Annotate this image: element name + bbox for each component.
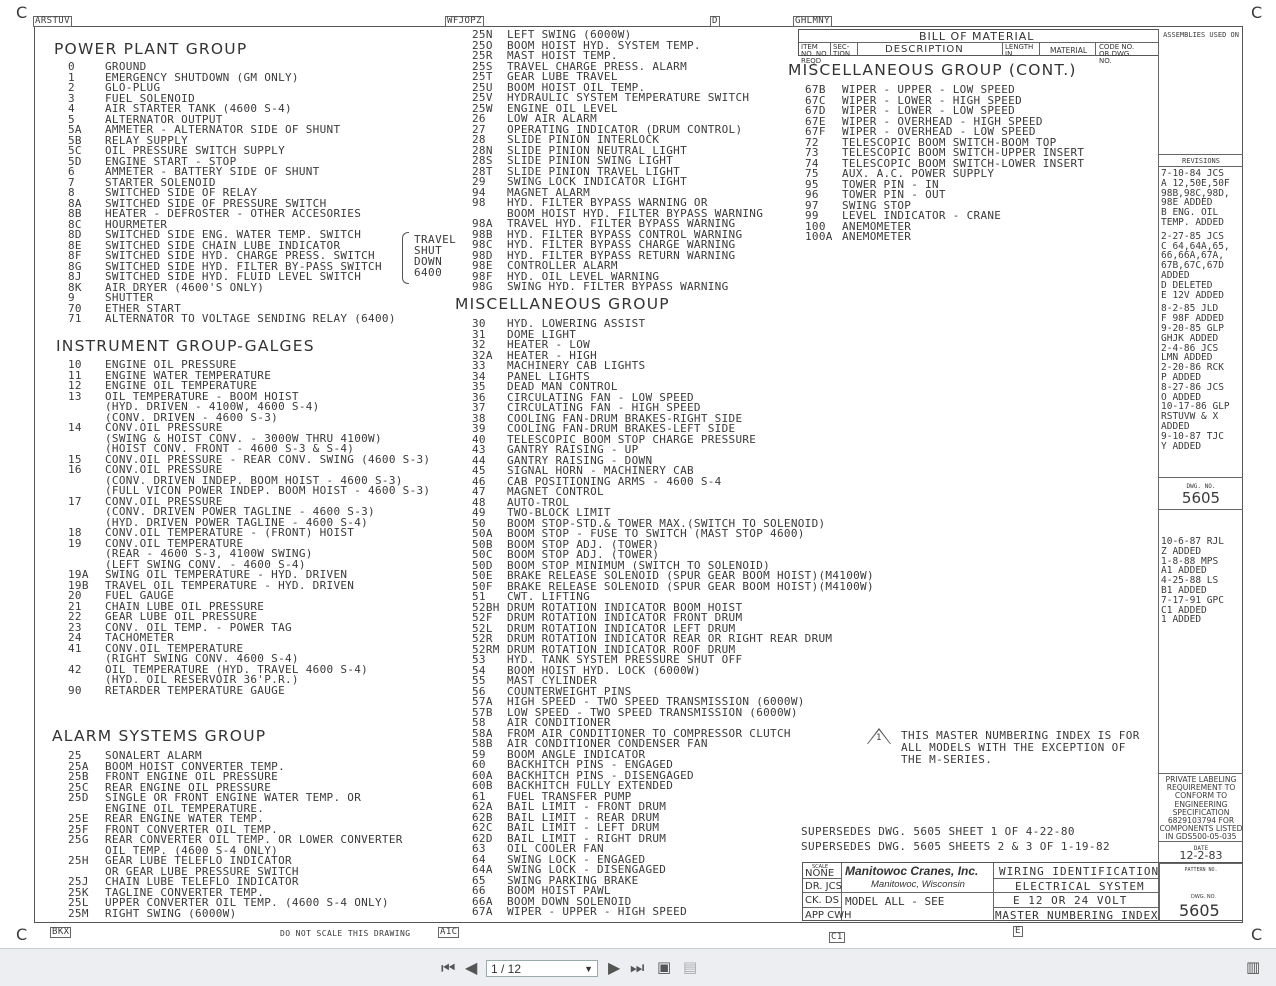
corner-mark-tl: C [16, 3, 28, 22]
bom-col-length: LENGTH IN. [1005, 43, 1034, 58]
item-number: 90 [68, 683, 82, 697]
next-page-icon[interactable]: ▶ [608, 958, 620, 977]
item-number: 19 [68, 536, 82, 550]
item-number: 42 [68, 662, 82, 676]
revision-log-2: 10-6-87 RJL Z ADDED 1-8-88 MPS A1 ADDED 4-25… [1161, 537, 1245, 625]
zone-marker-top-left: ARSTUV [33, 16, 72, 27]
dwg-no: 5605 [1179, 901, 1220, 920]
item-number: 41 [68, 641, 82, 655]
revision-entry: E 12V ADDED [1161, 289, 1224, 301]
dwg-no-label: DWG. NO. [1191, 894, 1216, 900]
instrument-title: INSTRUMENT GROUP-GALGES [56, 337, 315, 355]
company-name: Manitowoc Cranes, Inc. [845, 864, 979, 878]
revision-entry: TEMP. ADDED [1161, 216, 1224, 228]
title-line-2: ELECTRICAL SYSTEM [1015, 880, 1145, 893]
do-not-scale-note: DO NOT SCALE THIS DRAWING [280, 929, 411, 938]
fit-width-icon[interactable]: ▤ [683, 958, 697, 976]
model-field: MODEL ALL - SEE [845, 895, 945, 908]
checked-by: CK. DS [805, 895, 839, 906]
item-number: 100A [805, 230, 833, 243]
item-number: 17 [68, 494, 82, 508]
zone-marker-bottom-e: E [1013, 926, 1023, 937]
zone-marker-bottom-c1: C1 [829, 932, 845, 943]
drawing-sheet: ARSTUV WFJOPZ D GHLMNY BKX A1C C1 E C C … [0, 0, 1276, 948]
item-description: ALTERNATOR TO VOLTAGE SENDING RELAY (640… [105, 312, 396, 325]
alarm-list: 25 SONALERT ALARM 25A BOOM HOIST CONVERTER … [68, 750, 403, 920]
zone-marker-top-right: GHLMNY [793, 16, 832, 27]
item-number: 25M [68, 906, 89, 920]
page-selector[interactable]: 1 / 12 ▼ [486, 960, 598, 977]
item-number: 98G [472, 280, 493, 293]
item-description: WIPER - UPPER - HIGH SPEED [507, 905, 687, 918]
item-number: 13 [68, 389, 82, 403]
misc-cont-title: MISCELLANEOUS GROUP (CONT.) [788, 61, 1077, 79]
viewer-toolbar: ⏮ ◀ 1 / 12 ▼ ▶ ⏭ ▣ ▤ ▥ [0, 948, 1276, 986]
power-plant-list: 0 GROUND 1 EMERGENCY SHUTDOWN (GM ONLY) 2 GLO… [68, 61, 396, 325]
item-description: RIGHT SWING (6000W) [105, 906, 237, 920]
power-plant-title: POWER PLANT GROUP [54, 40, 248, 58]
instrument-list: 10 ENGINE OIL PRESSURE 11 ENGINE WATER TEMP… [68, 359, 430, 697]
list-item: 98G SWING HYD. FILTER BYPASS WARNING [472, 280, 763, 293]
item-number: 67A [472, 905, 493, 918]
bom-col-code: CODE NO. OR DWG. NO. [1099, 43, 1135, 65]
misc-title: MISCELLANEOUS GROUP [455, 295, 670, 313]
corner-mark-tr: C [1251, 3, 1263, 22]
list-item: 90 RETARDER TEMPERATURE GAUGE [68, 683, 430, 697]
zone-marker-top-mid: WFJOPZ [445, 16, 484, 27]
title-line-1: WIRING IDENTIFICATION [999, 865, 1160, 878]
private-labeling-note: PRIVATE LABELING REQUIREMENT TO CONFORM … [1159, 775, 1243, 842]
first-page-icon[interactable]: ⏮ [441, 958, 455, 978]
title-line-3: E 12 OR 24 VOLT [1013, 894, 1128, 907]
title-line-4: MASTER NUMBERING INDEX [995, 909, 1159, 922]
list-item: 25M RIGHT SWING (6000W) [68, 906, 403, 920]
item-description: ANEMOMETER [842, 230, 912, 243]
item-number: 25D [68, 791, 89, 804]
list-item: 100A ANEMOMETER [805, 230, 1084, 243]
list-item: 71 ALTERNATOR TO VOLTAGE SENDING RELAY (6… [68, 312, 396, 325]
scale-value: NONE [805, 868, 835, 879]
sidebar-toggle-icon[interactable]: ▥ [1246, 958, 1260, 976]
bom-col-material: MATERIAL [1050, 46, 1088, 55]
zone-marker-top-d: D [710, 16, 720, 27]
item-number: 98 [472, 196, 486, 209]
company-city: Manitowoc, Wisconsin [871, 879, 965, 890]
misc-cont-list: 67B WIPER - UPPER - LOW SPEED 67C WIPER - L… [805, 84, 1084, 243]
bom-col-item: ITEM NO. NO. REQD [801, 43, 829, 65]
fit-page-icon[interactable]: ▣ [657, 958, 671, 976]
chevron-down-icon: ▼ [584, 964, 593, 974]
corner-mark-bl: C [16, 925, 28, 944]
revision-log: 7-10-84 JCS A 12,50E,50F 98B,98C,98D, 98E A… [1161, 169, 1245, 451]
supersedes-1: SUPERSEDES DWG. 5605 SHEET 1 OF 4-22-80 [801, 825, 1075, 838]
bill-of-material: BILL OF MATERIAL ITEM NO. NO. REQD SEC- … [798, 29, 1159, 65]
dwg-no-side: 5605 [1181, 489, 1221, 507]
revision-entry: Y ADDED [1161, 440, 1202, 452]
previous-page-icon[interactable]: ◀ [465, 958, 477, 977]
approved-by: APP CWH [805, 910, 852, 921]
title-block: SCALE NONE DR. JCS CK. DS APP CWH Manito… [802, 862, 1243, 922]
drawn-by: DR. JCS [805, 881, 842, 892]
zone-marker-bottom-mid: A1C [438, 927, 460, 938]
item-number: 71 [68, 312, 82, 325]
bom-col-description: DESCRIPTION [885, 44, 964, 55]
zone-marker-bottom-left: BKX [50, 927, 72, 938]
drawing-date: 12-2-83 [1179, 849, 1223, 862]
alarm-title: ALARM SYSTEMS GROUP [52, 727, 267, 745]
item-description: RETARDER TEMPERATURE GAUGE [105, 683, 285, 697]
item-number: 25G [68, 833, 89, 846]
item-number: 14 [68, 421, 82, 434]
bom-col-section: SEC- TION [833, 43, 851, 58]
item-number: 16 [68, 463, 82, 476]
page-indicator: 1 / 12 [491, 962, 522, 976]
supersedes-2: SUPERSEDES DWG. 5605 SHEETS 2 & 3 OF 1-1… [801, 840, 1110, 853]
revision-entry: 1 ADDED [1161, 614, 1202, 626]
assemblies-used-on: ASSEMBLIES USED ON [1163, 31, 1239, 39]
last-page-icon[interactable]: ⏭ [630, 958, 644, 978]
alarm-cont-list: 25N LEFT SWING (6000W) 25O BOOM HOIST HYD. … [472, 29, 763, 293]
item-number: 25H [68, 854, 89, 867]
corner-mark-br: C [1251, 925, 1263, 944]
item-description: SWING HYD. FILTER BYPASS WARNING [507, 280, 729, 293]
